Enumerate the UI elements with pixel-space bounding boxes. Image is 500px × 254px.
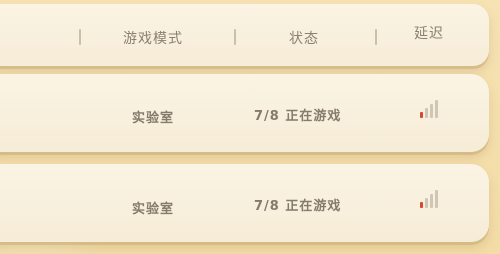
room-status: 7/8 正在游戏 bbox=[254, 109, 342, 124]
room-row[interactable]: 实验室 7/8 正在游戏 bbox=[0, 74, 489, 152]
signal-bar bbox=[420, 112, 423, 118]
header-game-mode: 游戏模式 bbox=[123, 31, 183, 47]
room-game-mode: 实验室 bbox=[132, 111, 175, 126]
signal-bar bbox=[420, 202, 423, 208]
signal-bar bbox=[435, 100, 438, 118]
header-divider-3 bbox=[375, 29, 377, 45]
header-status: 状态 bbox=[289, 31, 319, 47]
room-status: 7/8 正在游戏 bbox=[254, 199, 342, 214]
header-divider-2 bbox=[234, 29, 236, 45]
room-row[interactable]: 实验室 7/8 正在游戏 bbox=[0, 164, 489, 242]
signal-bar bbox=[430, 194, 433, 208]
header-divider-1 bbox=[79, 29, 81, 45]
signal-bar bbox=[425, 108, 428, 118]
room-game-mode: 实验室 bbox=[132, 202, 175, 217]
signal-strength-icon bbox=[420, 100, 444, 118]
table-header: 游戏模式 状态 延迟 bbox=[0, 4, 489, 66]
header-latency: 延迟 bbox=[414, 26, 444, 42]
signal-bar bbox=[425, 198, 428, 208]
signal-strength-icon bbox=[420, 190, 444, 208]
signal-bar bbox=[435, 190, 438, 208]
signal-bar bbox=[430, 104, 433, 118]
